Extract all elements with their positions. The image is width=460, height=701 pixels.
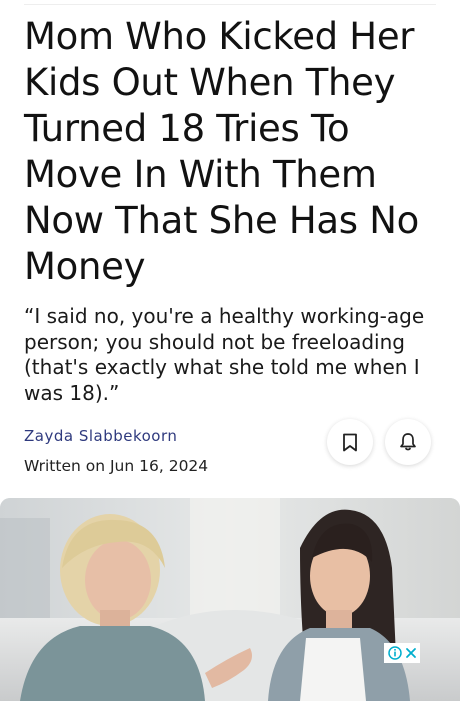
- notifications-button[interactable]: [385, 419, 431, 465]
- info-icon[interactable]: [387, 646, 402, 660]
- article-headline: Mom Who Kicked Her Kids Out When They Tu…: [24, 15, 419, 288]
- bookmark-icon: [342, 433, 358, 452]
- hero-image: [0, 498, 460, 701]
- publish-date: Written on Jun 16, 2024: [24, 457, 209, 475]
- top-divider: [24, 4, 436, 5]
- author-link[interactable]: Zayda Slabbekoorn: [24, 427, 177, 445]
- bookmark-button[interactable]: [327, 419, 373, 465]
- ad-choices-badge[interactable]: [384, 643, 420, 663]
- article-subheadline: “I said no, you're a healthy working-age…: [24, 304, 425, 405]
- close-icon[interactable]: [405, 647, 417, 659]
- bell-icon: [399, 432, 417, 452]
